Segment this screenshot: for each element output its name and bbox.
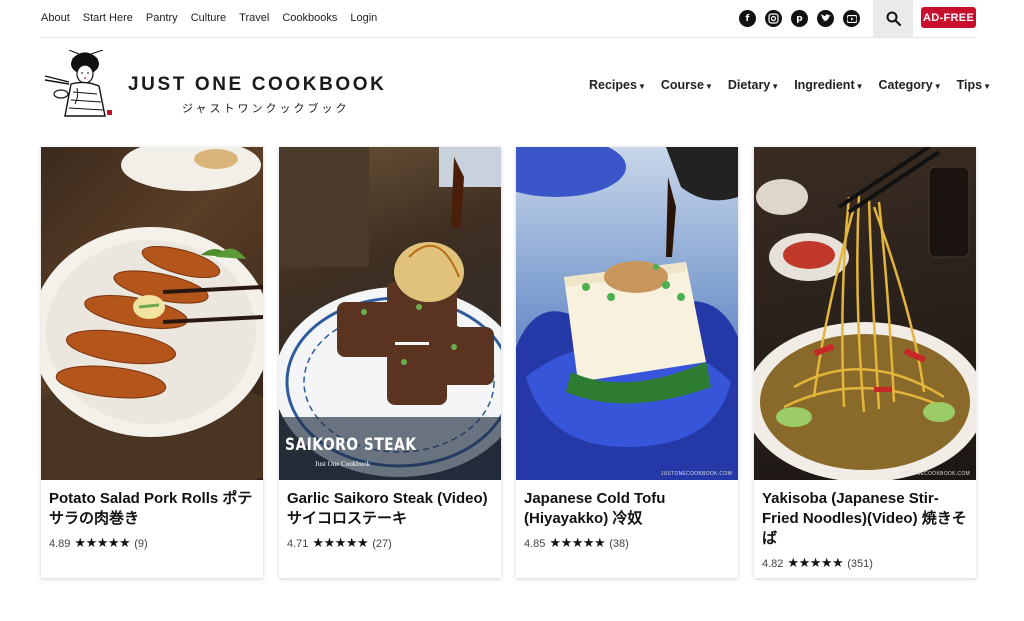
recipe-card[interactable]: JUSTONECOOKBOOK.COM Yakisoba (Japanese S… [754,147,976,578]
recipe-title[interactable]: Yakisoba (Japanese Stir-Fried Noodles)(V… [762,489,968,549]
star-rating-icon: ★★★★★ [312,536,369,551]
top-nav-pantry[interactable]: Pantry [146,12,178,24]
recipe-grid: Potato Salad Pork Rolls ポテサラの肉巻き 4.89 ★★… [41,147,976,579]
nav-tips-label: Tips [956,78,983,92]
recipe-rating: 4.85 ★★★★★ (38) [524,536,629,551]
search-icon [886,11,901,26]
recipe-image[interactable] [41,147,263,480]
rating-count: (27) [372,537,392,550]
nav-dietary[interactable]: Dietary▼ [728,78,779,92]
rating-count: (351) [847,557,873,570]
social-links: f p [739,10,860,27]
star-rating-icon: ★★★★★ [787,556,844,571]
rating-value: 4.71 [287,537,309,550]
image-overlay-title: SAIKORO STEAK [285,435,417,455]
ad-free-button[interactable]: AD-FREE [921,7,976,28]
rating-count: (38) [609,537,629,550]
youtube-icon[interactable] [843,10,860,27]
top-nav-login[interactable]: Login [350,12,377,24]
star-rating-icon: ★★★★★ [74,536,131,551]
search-button[interactable] [873,0,913,37]
main-nav: Recipes▼ Course▼ Dietary▼ Ingredient▼ Ca… [589,78,991,92]
chevron-down-icon: ▼ [933,82,942,91]
site-logo-text[interactable]: JUST ONE COOKBOOK [128,74,387,96]
nav-recipes-label: Recipes [589,78,637,92]
top-nav: About Start Here Pantry Culture Travel C… [41,12,390,24]
site-logo-japanese: ジャストワンクックブック [182,102,350,115]
nav-recipes[interactable]: Recipes▼ [589,78,646,92]
recipe-rating: 4.89 ★★★★★ (9) [49,536,148,551]
top-nav-culture[interactable]: Culture [191,12,226,24]
chevron-down-icon: ▼ [704,82,713,91]
rating-count: (9) [134,537,148,550]
chevron-down-icon: ▼ [983,82,992,91]
image-watermark: JUSTONECOOKBOOK.COM [898,471,970,477]
top-nav-about[interactable]: About [41,12,70,24]
top-nav-cookbooks[interactable]: Cookbooks [282,12,337,24]
recipe-title[interactable]: Potato Salad Pork Rolls ポテサラの肉巻き [49,489,255,529]
nav-course-label: Course [660,78,704,92]
recipe-card[interactable]: JUSTONECOOKBOOK.COM Japanese Cold Tofu (… [516,147,738,578]
nav-course[interactable]: Course▼ [661,78,713,92]
rating-value: 4.89 [49,537,71,550]
recipe-image[interactable]: JUSTONECOOKBOOK.COM [516,147,738,480]
recipe-card[interactable]: SAIKORO STEAK Just One Cookbook Garlic S… [279,147,501,578]
image-watermark: JUSTONECOOKBOOK.COM [660,471,732,477]
recipe-image[interactable]: SAIKORO STEAK Just One Cookbook [279,147,501,480]
rating-value: 4.85 [524,537,546,550]
pinterest-icon[interactable]: p [791,10,808,27]
nav-category[interactable]: Category▼ [879,78,942,92]
logo-illustration[interactable] [43,50,117,120]
recipe-rating: 4.71 ★★★★★ (27) [287,536,392,551]
nav-ingredient[interactable]: Ingredient▼ [794,78,863,92]
nav-ingredient-label: Ingredient [794,78,855,92]
recipe-image[interactable]: JUSTONECOOKBOOK.COM [754,147,976,480]
top-bar: About Start Here Pantry Culture Travel C… [0,0,1024,38]
rating-value: 4.82 [762,557,784,570]
instagram-icon[interactable] [765,10,782,27]
header-divider [41,37,976,38]
image-overlay-subtitle: Just One Cookbook [315,460,371,468]
nav-category-label: Category [878,78,933,92]
recipe-rating: 4.82 ★★★★★ (351) [762,556,873,571]
facebook-icon[interactable]: f [739,10,756,27]
chevron-down-icon: ▼ [637,82,646,91]
chevron-down-icon: ▼ [855,82,864,91]
recipe-title[interactable]: Japanese Cold Tofu (Hiyayakko) 冷奴 [524,489,730,529]
nav-dietary-label: Dietary [727,78,771,92]
top-nav-start-here[interactable]: Start Here [83,12,133,24]
recipe-title[interactable]: Garlic Saikoro Steak (Video) サイコロステーキ [287,489,493,529]
chevron-down-icon: ▼ [771,82,780,91]
top-nav-travel[interactable]: Travel [239,12,269,24]
nav-tips[interactable]: Tips▼ [957,78,991,92]
recipe-card[interactable]: Potato Salad Pork Rolls ポテサラの肉巻き 4.89 ★★… [41,147,263,578]
twitter-icon[interactable] [817,10,834,27]
star-rating-icon: ★★★★★ [549,536,606,551]
